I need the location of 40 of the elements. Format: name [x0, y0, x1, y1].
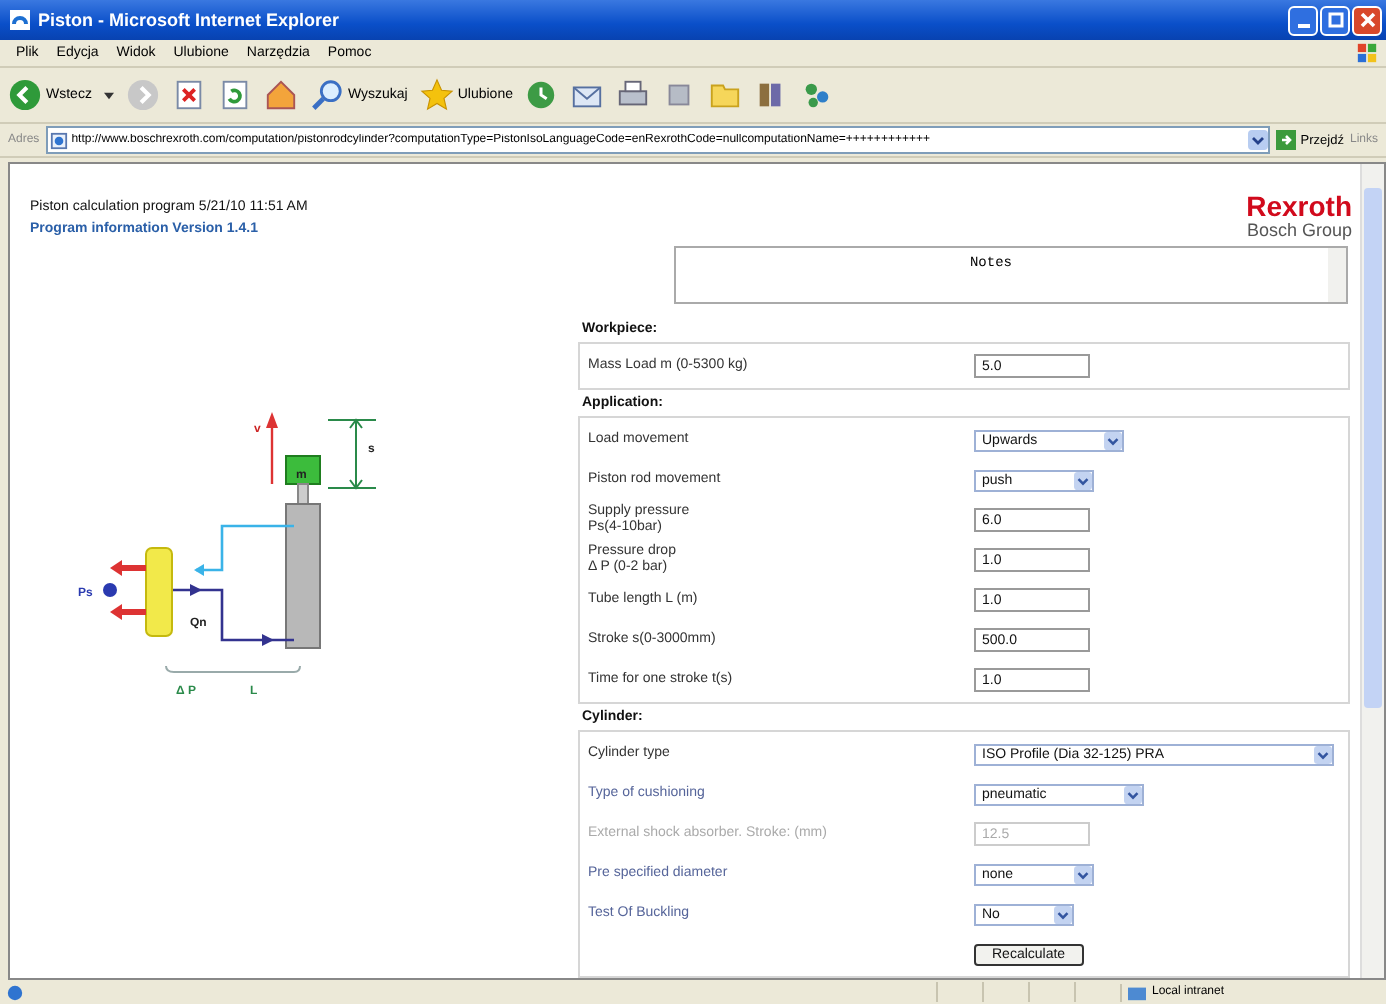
dropdown-arrow-icon [1124, 785, 1142, 803]
supply-port [103, 583, 117, 597]
piston-rod [297, 483, 309, 505]
velocity-arrow [266, 412, 278, 484]
scrollbar[interactable] [1328, 248, 1346, 302]
go-arrow-icon [1276, 130, 1297, 150]
search-icon [309, 78, 344, 112]
window-title: Piston - Microsoft Internet Explorer [38, 10, 342, 30]
exhaust-arrow [110, 604, 146, 620]
maximize-button[interactable] [1320, 5, 1350, 35]
refresh-icon[interactable] [217, 78, 252, 112]
dropdown-arrow-icon [1104, 431, 1122, 449]
close-icon [1357, 10, 1377, 30]
dropdown-arrow-icon [1314, 745, 1332, 763]
scrollbar[interactable] [1360, 164, 1384, 978]
dimension-brace [165, 665, 301, 673]
valve [145, 547, 173, 637]
return-line [194, 524, 294, 576]
dropdown-arrow-icon [1074, 865, 1092, 883]
intranet-icon [1126, 983, 1148, 1001]
dropdown-arrow-icon [1054, 905, 1072, 923]
page-icon [49, 131, 68, 149]
dropdown-arrow-icon [1074, 471, 1092, 489]
star-icon [419, 78, 454, 112]
history-icon[interactable] [524, 78, 559, 112]
maximize-icon [1325, 10, 1345, 30]
dropdown-arrow-icon[interactable] [103, 91, 114, 99]
mass-block [285, 455, 321, 485]
minimize-icon [1297, 24, 1309, 28]
stop-icon[interactable] [171, 78, 206, 112]
minimize-button[interactable] [1288, 5, 1318, 35]
exhaust-arrow [110, 560, 146, 576]
brand-name: Rexroth [1246, 192, 1352, 220]
browser-icon [8, 8, 32, 32]
windows-logo-icon [1356, 42, 1378, 64]
page-icon [6, 983, 24, 1001]
stroke-dimension [327, 418, 377, 490]
home-icon[interactable] [263, 78, 298, 112]
brand-group: Bosch Group [1246, 220, 1352, 240]
close-button[interactable] [1352, 5, 1382, 35]
